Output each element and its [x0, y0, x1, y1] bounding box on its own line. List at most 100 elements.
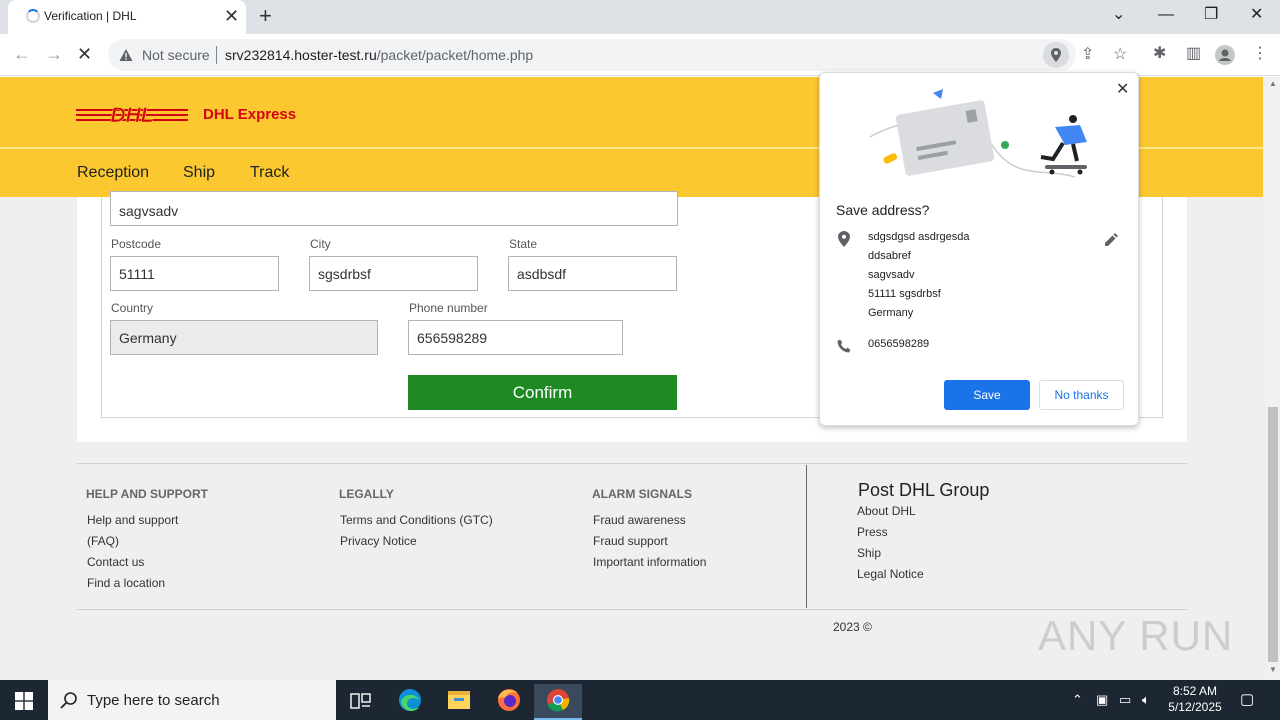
footer-link-contact[interactable]: Contact us — [87, 555, 144, 569]
stop-loading-icon[interactable]: ✕ — [77, 44, 92, 64]
save-address-popup: ✕ Save address? sdgsdgsd asdrgesda ddsab… — [819, 72, 1139, 426]
bookmark-star-icon[interactable]: ☆ — [1113, 45, 1127, 65]
system-clock[interactable]: 8:52 AM 5/12/2025 — [1166, 683, 1224, 715]
state-field[interactable]: asdbsdf — [508, 256, 677, 291]
footer-link-ship[interactable]: Ship — [857, 546, 881, 560]
close-window-button[interactable]: ✕ — [1250, 5, 1263, 25]
extensions-puzzle-icon[interactable]: ✱ — [1153, 44, 1166, 64]
address-phone: 0656598289 — [868, 338, 930, 350]
tab-close-button[interactable]: ✕ — [224, 6, 239, 26]
file-explorer-icon[interactable] — [435, 684, 483, 720]
tab-search-chevron-icon[interactable]: ⌄ — [1112, 5, 1125, 25]
url-host: srv232814.hoster-test.ru — [225, 47, 377, 63]
city-label: City — [310, 237, 331, 251]
footer-link-important-info[interactable]: Important information — [593, 555, 706, 569]
address-line-2: sagvsadv — [868, 269, 915, 281]
taskbar-search-placeholder: Type here to search — [87, 692, 220, 709]
footer-link-fraud-awareness[interactable]: Fraud awareness — [593, 513, 686, 527]
edit-pencil-icon[interactable] — [1104, 233, 1118, 247]
loading-spinner-icon — [26, 9, 40, 23]
state-label: State — [509, 237, 538, 251]
notification-icon[interactable]: ▢ — [1240, 691, 1254, 709]
country-field: Germany — [110, 320, 378, 355]
clock-time: 8:52 AM — [1172, 684, 1218, 698]
scroll-up-arrow-icon[interactable]: ▲ — [1269, 79, 1277, 88]
phone-field[interactable]: 656598289 — [408, 320, 623, 355]
not-secure-label[interactable]: Not secure — [142, 47, 210, 63]
browser-toolbar: ← → ✕ Not secure srv232814.hoster-test.r… — [0, 34, 1280, 76]
footer-divider-bottom — [77, 609, 1187, 610]
share-icon[interactable]: ⇪ — [1081, 45, 1094, 65]
nav-ship[interactable]: Ship — [183, 164, 215, 182]
scroll-down-arrow-icon[interactable]: ▼ — [1269, 665, 1277, 674]
url-path: /packet/packet/home.php — [376, 47, 534, 63]
scroll-thumb[interactable] — [1268, 407, 1278, 662]
phone-icon — [837, 339, 851, 353]
footer-link-help[interactable]: Help and support — [87, 513, 178, 527]
footer-alarm-title: ALARM SIGNALS — [592, 487, 692, 501]
tab-title: Verification | DHL — [44, 9, 137, 23]
clock-date: 5/12/2025 — [1168, 700, 1222, 714]
windows-taskbar: Type here to search ⌃ ▣ ▭ 🔈︎ 8:52 AM 5/1… — [0, 680, 1280, 720]
popup-close-button[interactable]: ✕ — [1116, 79, 1129, 99]
warning-triangle-icon — [119, 49, 133, 61]
footer-link-location[interactable]: Find a location — [87, 576, 165, 590]
popup-title: Save address? — [836, 202, 930, 218]
location-pin-button[interactable] — [1043, 42, 1069, 68]
search-icon — [60, 692, 77, 709]
address-illustration-icon — [869, 89, 1087, 178]
city-field[interactable]: sgsdrbsf — [309, 256, 478, 291]
save-address-button[interactable]: Save — [944, 380, 1030, 410]
address-line-name: sdgsdgsd asdrgesda — [868, 231, 970, 243]
location-pin-icon — [838, 231, 850, 247]
browser-tab[interactable]: Verification | DHL ✕ — [8, 0, 246, 34]
phone-label: Phone number — [409, 301, 488, 315]
footer-link-legal-notice[interactable]: Legal Notice — [857, 567, 924, 581]
back-arrow-icon[interactable]: ← — [13, 44, 31, 64]
address-field[interactable]: sagvsadv — [110, 191, 678, 226]
task-view-icon[interactable] — [336, 684, 384, 720]
footer-link-about[interactable]: About DHL — [857, 504, 916, 518]
svg-text:DHL: DHL — [110, 104, 153, 125]
nav-reception[interactable]: Reception — [77, 164, 149, 182]
chrome-icon[interactable] — [534, 684, 582, 720]
country-label: Country — [111, 301, 154, 315]
minimize-button[interactable]: — — [1158, 5, 1174, 25]
anyrun-watermark: ANY RUN — [1038, 612, 1234, 659]
side-panel-icon[interactable]: ▥ — [1186, 44, 1201, 64]
dhl-logo[interactable]: DHL — [76, 103, 188, 125]
network-icon[interactable]: ▭ — [1119, 691, 1131, 709]
no-thanks-button[interactable]: No thanks — [1039, 380, 1124, 410]
edge-browser-icon[interactable] — [386, 684, 434, 720]
address-line-postal-city: 51111 sgsdrbsf — [868, 288, 941, 300]
postcode-label: Postcode — [111, 237, 162, 251]
address-line-1: ddsabref — [868, 250, 911, 262]
volume-icon[interactable]: 🔈︎ — [1142, 691, 1150, 709]
footer-link-terms[interactable]: Terms and Conditions (GTC) — [340, 513, 493, 527]
windows-start-icon[interactable] — [15, 692, 33, 710]
footer-link-press[interactable]: Press — [857, 525, 888, 539]
taskbar-search-box[interactable]: Type here to search — [48, 680, 336, 720]
nav-track[interactable]: Track — [250, 164, 289, 182]
url-text[interactable]: srv232814.hoster-test.ru/packet/packet/h… — [225, 47, 533, 63]
footer-link-fraud-support[interactable]: Fraud support — [593, 534, 668, 548]
footer-vertical-divider — [806, 465, 807, 608]
footer-link-privacy[interactable]: Privacy Notice — [340, 534, 417, 548]
footer-divider-top — [77, 463, 1187, 464]
address-bar[interactable]: Not secure srv232814.hoster-test.ru/pack… — [108, 39, 1127, 71]
postcode-field[interactable]: 51111 — [110, 256, 279, 291]
address-line-country: Germany — [868, 307, 914, 319]
tray-chevron-icon[interactable]: ⌃ — [1072, 691, 1083, 709]
footer-link-faq[interactable]: (FAQ) — [87, 534, 119, 548]
location-pin-icon — [1051, 48, 1061, 62]
tray-device-icon[interactable]: ▣ — [1096, 691, 1108, 709]
browser-menu-icon[interactable]: ⋮ — [1252, 44, 1268, 64]
forward-arrow-icon[interactable]: → — [45, 44, 63, 64]
new-tab-button[interactable]: + — [259, 4, 272, 28]
confirm-button[interactable]: Confirm — [408, 375, 677, 410]
page-scrollbar[interactable]: ▲ ▼ — [1266, 77, 1280, 680]
profile-avatar-icon[interactable] — [1215, 45, 1235, 71]
copyright-text: 2023 © — [833, 620, 872, 634]
restore-button[interactable]: ❐ — [1204, 5, 1218, 25]
firefox-icon[interactable] — [485, 684, 533, 720]
